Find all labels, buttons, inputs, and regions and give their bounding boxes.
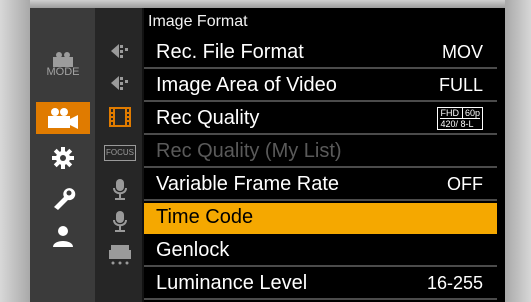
tab-video[interactable] — [36, 102, 90, 134]
menu-item-variable-frame-rate[interactable]: Variable Frame Rate OFF — [144, 170, 497, 201]
sub-tab-audio-2[interactable] — [106, 208, 134, 234]
menu-item-label: Time Code — [156, 206, 254, 228]
menu-item-rec-file-format[interactable]: Rec. File Format MOV — [144, 38, 497, 69]
badge-framerate: 60p — [461, 108, 480, 118]
menu-item-value: FULL — [438, 75, 483, 95]
menu-item-genlock[interactable]: Genlock — [144, 236, 497, 267]
menu-item-label: Genlock — [156, 239, 230, 261]
sub-tab-flash[interactable] — [106, 242, 134, 268]
camera-menu-screen: Image Format MODE FOCUS Rec. File Format… — [30, 8, 505, 302]
menu-item-rec-quality-my-list[interactable]: Rec Quality (My List) — [144, 137, 497, 168]
camera-bezel-top — [0, 0, 531, 8]
sub-tab-1[interactable] — [106, 38, 134, 64]
badge-resolution: FHD — [440, 108, 459, 118]
sub-tab-audio-1[interactable] — [106, 176, 134, 202]
camera-pair-icon — [53, 51, 73, 67]
sub-tab-2[interactable] — [106, 70, 134, 96]
tab-mode[interactable]: MODE — [36, 48, 90, 80]
menu-item-time-code[interactable]: Time Code — [144, 203, 497, 234]
menu-item-value: MOV — [441, 42, 483, 62]
camera-bezel-left — [0, 0, 30, 302]
menu-item-label: Rec Quality — [156, 107, 260, 129]
mode-label: MODE — [46, 65, 80, 78]
menu-item-label: Rec. File Format — [156, 41, 304, 63]
menu-item-label: Image Area of Video — [156, 74, 337, 96]
menu-item-label: Luminance Level — [156, 272, 308, 294]
microphone-icon — [113, 179, 127, 200]
tab-settings[interactable] — [36, 142, 90, 174]
film-strip-icon — [109, 107, 131, 127]
focus-frame-icon: FOCUS — [104, 145, 136, 161]
video-camera-icon — [48, 108, 78, 129]
page-title: Image Format — [148, 13, 248, 30]
microphone-icon — [113, 211, 127, 232]
badge-sampling: 420/ 8-L — [440, 119, 474, 129]
flash-unit-icon — [109, 245, 131, 265]
menu-list: Rec. File Format MOV Image Area of Video… — [144, 38, 497, 302]
tab-setup[interactable] — [36, 182, 90, 214]
rec-quality-badge: FHD 60p 420/ 8-L — [437, 107, 483, 130]
focus-label: FOCUS — [106, 148, 134, 157]
menu-item-value: OFF — [447, 174, 483, 194]
menu-item-value: 16-255 — [426, 273, 483, 293]
menu-item-image-area-of-video[interactable]: Image Area of Video FULL — [144, 71, 497, 102]
sub-tab-image-format[interactable] — [106, 104, 134, 130]
tab-my-menu[interactable] — [36, 220, 90, 252]
camera-bezel-right — [505, 0, 531, 302]
menu-item-label: Rec Quality (My List) — [156, 140, 342, 162]
menu-item-label: Variable Frame Rate — [156, 173, 340, 195]
gear-icon — [52, 147, 74, 169]
menu-item-luminance-level[interactable]: Luminance Level 16-255 — [144, 269, 497, 300]
wrench-icon — [54, 188, 76, 210]
menu-item-rec-quality[interactable]: Rec Quality FHD 60p 420/ 8-L — [144, 104, 497, 135]
sub-tab-focus[interactable]: FOCUS — [104, 140, 136, 166]
arrow-left-icon — [111, 76, 128, 90]
person-icon — [53, 226, 73, 247]
arrow-left-icon — [111, 44, 128, 58]
